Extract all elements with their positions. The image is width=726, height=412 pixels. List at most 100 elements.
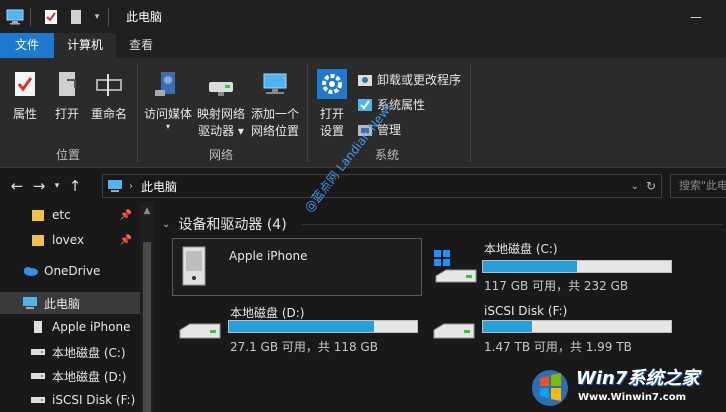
sidebar-scrollbar[interactable]: ▲ [140, 202, 154, 412]
sidebar-item-this-pc[interactable]: 此电脑 [0, 292, 140, 314]
computer-icon[interactable] [5, 7, 25, 27]
divider [307, 64, 308, 162]
section-title: 设备和驱动器 (4) [178, 217, 287, 233]
device-name: 本地磁盘 (C:) [484, 242, 558, 256]
drive-icon [30, 344, 46, 360]
open-label: 打开 [54, 107, 79, 121]
sidebar-item-label: Apple iPhone [52, 320, 131, 334]
device-name: Apple iPhone [229, 249, 308, 263]
title-bar: ▾ 此电脑 — [0, 0, 726, 33]
add-network-location-button[interactable]: 添加一个 网络位置 [248, 68, 302, 140]
free-space-text: 27.1 GB 可用，共 118 GB [230, 340, 378, 354]
navigation-bar: ← → ▾ ↑ › 此电脑 ⌄ ↻ 搜索"此电脑" [0, 170, 726, 202]
uninstall-icon [357, 72, 373, 88]
usage-bar-fill [229, 321, 374, 332]
folder-icon [30, 232, 46, 248]
divider [108, 7, 109, 26]
windows-drive-icon [432, 248, 478, 291]
usage-bar [482, 320, 672, 333]
onedrive-icon [22, 263, 38, 279]
device-tile-drive-c[interactable]: 本地磁盘 (C:) 117 GB 可用，共 232 GB [430, 238, 710, 298]
device-name: iSCSI Disk (F:) [484, 304, 568, 318]
divider [137, 64, 138, 162]
sidebar-item-etc[interactable]: etc 📌 [0, 204, 140, 226]
window-title: 此电脑 [126, 10, 163, 24]
open-settings-label-2: 设置 [319, 124, 344, 138]
sidebar-item-label: 本地磁盘 (C:) [52, 345, 126, 360]
sidebar-item-label: lovex [52, 233, 85, 247]
sidebar-item-label: 本地磁盘 (D:) [52, 369, 127, 384]
free-space-text: 117 GB 可用，共 232 GB [484, 279, 629, 293]
quick-access-dropdown-icon[interactable]: ▾ [91, 7, 103, 27]
access-media-label: 访问媒体 [143, 107, 192, 121]
sidebar-item-apple-iphone[interactable]: Apple iPhone [0, 316, 140, 338]
search-input[interactable]: 搜索"此电脑" [670, 174, 726, 198]
uninstall-program-button[interactable]: 卸载或更改程序 [357, 71, 461, 88]
logo-text: Win7系统之家 [576, 368, 700, 389]
up-arrow-icon[interactable]: ↑ [64, 174, 86, 198]
open-settings-button[interactable]: 打开 设置 [312, 68, 352, 140]
sidebar-item-lovex[interactable]: lovex 📌 [0, 229, 140, 251]
properties-icon [9, 68, 41, 100]
usage-bar-fill [483, 321, 532, 332]
sidebar-item-label: iSCSI Disk (F:) [52, 393, 136, 407]
properties-button[interactable]: 属性 [8, 68, 42, 123]
phone-device-icon [181, 245, 209, 290]
properties-quick-icon[interactable] [41, 7, 61, 27]
sidebar-item-drive-f[interactable]: iSCSI Disk (F:) [0, 389, 140, 411]
minimize-button[interactable]: — [676, 0, 716, 33]
back-arrow-icon[interactable]: ← [6, 174, 28, 198]
usage-bar [228, 320, 418, 333]
section-header[interactable]: ⌄ 设备和驱动器 (4) [162, 214, 287, 234]
device-tile-drive-d[interactable]: 本地磁盘 (D:) 27.1 GB 可用，共 118 GB [176, 302, 426, 362]
collapse-chevron-icon[interactable]: ⌄ [162, 219, 170, 230]
sidebar-item-drive-d[interactable]: 本地磁盘 (D:) [0, 365, 140, 387]
computer-icon [107, 179, 123, 193]
sidebar-item-onedrive[interactable]: OneDrive [0, 260, 140, 282]
network-group-label: 网络 [208, 148, 233, 162]
computer-icon [22, 295, 38, 311]
media-icon [152, 68, 184, 100]
tab-file[interactable]: 文件 [0, 33, 54, 58]
system-properties-icon [357, 97, 373, 113]
location-group-label: 位置 [55, 148, 80, 162]
sidebar-item-drive-c[interactable]: 本地磁盘 (C:) [0, 341, 140, 363]
scrollbar-thumb[interactable] [143, 242, 151, 412]
access-media-button[interactable]: 访问媒体 ▾ [142, 68, 194, 131]
phone-icon [30, 319, 46, 335]
navigation-pane: etc 📌 lovex 📌 OneDrive 此电脑 Apple iPhone … [0, 202, 140, 412]
pin-icon[interactable]: 📌 [120, 210, 132, 221]
forward-arrow-icon[interactable]: → [28, 174, 50, 198]
usage-bar-fill [483, 261, 577, 272]
rename-label: 重命名 [90, 107, 127, 121]
address-dropdown-icon[interactable]: ⌄ [631, 181, 639, 192]
rename-icon [93, 68, 125, 100]
map-drive-label: 映射网络 [196, 107, 245, 121]
recent-locations-chevron-icon[interactable]: ▾ [50, 174, 64, 198]
open-icon [51, 68, 83, 100]
new-folder-quick-icon[interactable] [66, 7, 86, 27]
pin-icon[interactable]: 📌 [120, 235, 132, 246]
tab-view[interactable]: 查看 [116, 33, 166, 58]
tab-computer[interactable]: 计算机 [54, 33, 117, 58]
usage-bar [482, 260, 672, 273]
ribbon-tabs: 文件 计算机 查看 [0, 33, 726, 58]
refresh-icon[interactable]: ↻ [646, 179, 656, 193]
map-drive-icon [205, 68, 237, 100]
sidebar-item-label: 此电脑 [44, 296, 81, 311]
breadcrumb-chevron-icon[interactable]: › [129, 181, 133, 192]
sidebar-item-label: etc [52, 208, 71, 222]
drive-icon [30, 392, 46, 408]
address-bar[interactable]: › 此电脑 ⌄ ↻ [102, 174, 662, 198]
device-name: 本地磁盘 (D:) [230, 306, 305, 320]
device-tile-drive-f[interactable]: iSCSI Disk (F:) 1.47 TB 可用，共 1.99 TB [430, 302, 710, 362]
scroll-up-icon[interactable]: ▲ [140, 206, 154, 216]
site-watermark-logo: Win7系统之家 Www.Winwin7.com [528, 358, 726, 412]
map-drive-button[interactable]: 映射网络 驱动器 ▾ [194, 68, 248, 140]
properties-label: 属性 [12, 107, 37, 121]
device-tile-apple-iphone[interactable]: Apple iPhone [172, 238, 422, 296]
open-button[interactable]: 打开 [50, 68, 84, 123]
drive-icon [432, 320, 478, 347]
divider [302, 224, 722, 225]
rename-button[interactable]: 重命名 [88, 68, 130, 123]
